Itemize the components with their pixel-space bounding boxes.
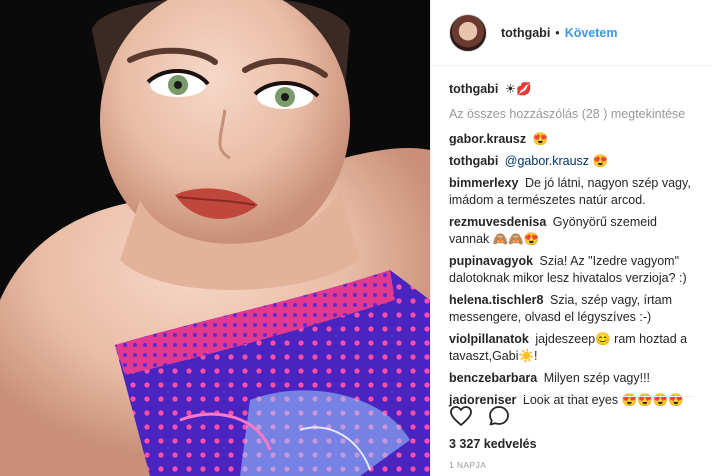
heart-icon[interactable] — [449, 404, 473, 428]
comment-text: 😍 — [592, 154, 609, 168]
caption-username[interactable]: tothgabi — [449, 82, 498, 96]
comment-mention[interactable]: @gabor.krausz — [505, 154, 589, 168]
post-photo[interactable] — [0, 0, 430, 476]
caption-text: ☀💋 — [504, 82, 532, 96]
comments-section: tothgabi ☀💋 Az összes hozzászólás (28 ) … — [431, 66, 712, 409]
comment-username[interactable]: gabor.krausz — [449, 132, 526, 146]
comment-item: benczebarbara Milyen szép vagy!!! — [449, 370, 694, 387]
comment-username[interactable]: rezmuvesdenisa — [449, 215, 546, 229]
action-bar — [449, 404, 511, 428]
comment-username[interactable]: helena.tischler8 — [449, 293, 544, 307]
comment-item: violpillanatok jajdeszeep😊 ram hoztad a … — [449, 331, 694, 365]
divider — [449, 396, 694, 397]
comment-username[interactable]: pupinavagyok — [449, 254, 533, 268]
portrait-image — [0, 0, 430, 476]
comment-item: bimmerlexy De jó látni, nagyon szép vagy… — [449, 175, 694, 209]
comment-item: pupinavagyok Szia! Az "Izedre vagyom" da… — [449, 253, 694, 287]
comment-item: tothgabi @gabor.krausz 😍 — [449, 153, 694, 170]
follow-button[interactable]: Követem — [565, 26, 618, 40]
comment-item: rezmuvesdenisa Gyönyörű szemeid vannak 🙈… — [449, 214, 694, 248]
header-username[interactable]: tothgabi — [501, 26, 550, 40]
likes-count[interactable]: 3 327 kedvelés — [449, 437, 537, 451]
avatar[interactable] — [449, 13, 487, 52]
comment-text: 😍 — [532, 132, 549, 146]
comment-icon[interactable] — [487, 404, 511, 428]
post-sidebar: tothgabi • Követem tothgabi ☀💋 Az összes… — [430, 0, 712, 476]
post-date: 1 NAPJA — [449, 460, 487, 470]
caption: tothgabi ☀💋 — [449, 81, 694, 98]
post-dialog: tothgabi • Követem tothgabi ☀💋 Az összes… — [0, 0, 712, 476]
comment-username[interactable]: bimmerlexy — [449, 176, 518, 190]
comment-item: gabor.krausz 😍 — [449, 131, 694, 148]
post-header: tothgabi • Követem — [431, 0, 712, 66]
comment-username[interactable]: tothgabi — [449, 154, 498, 168]
comment-item: helena.tischler8 Szia, szép vagy, írtam … — [449, 292, 694, 326]
comment-username[interactable]: violpillanatok — [449, 332, 529, 346]
header-separator: • — [555, 25, 560, 40]
comment-text: Milyen szép vagy!!! — [543, 371, 651, 385]
comment-username[interactable]: benczebarbara — [449, 371, 537, 385]
view-all-comments-link[interactable]: Az összes hozzászólás (28 ) megtekintése — [449, 107, 694, 121]
